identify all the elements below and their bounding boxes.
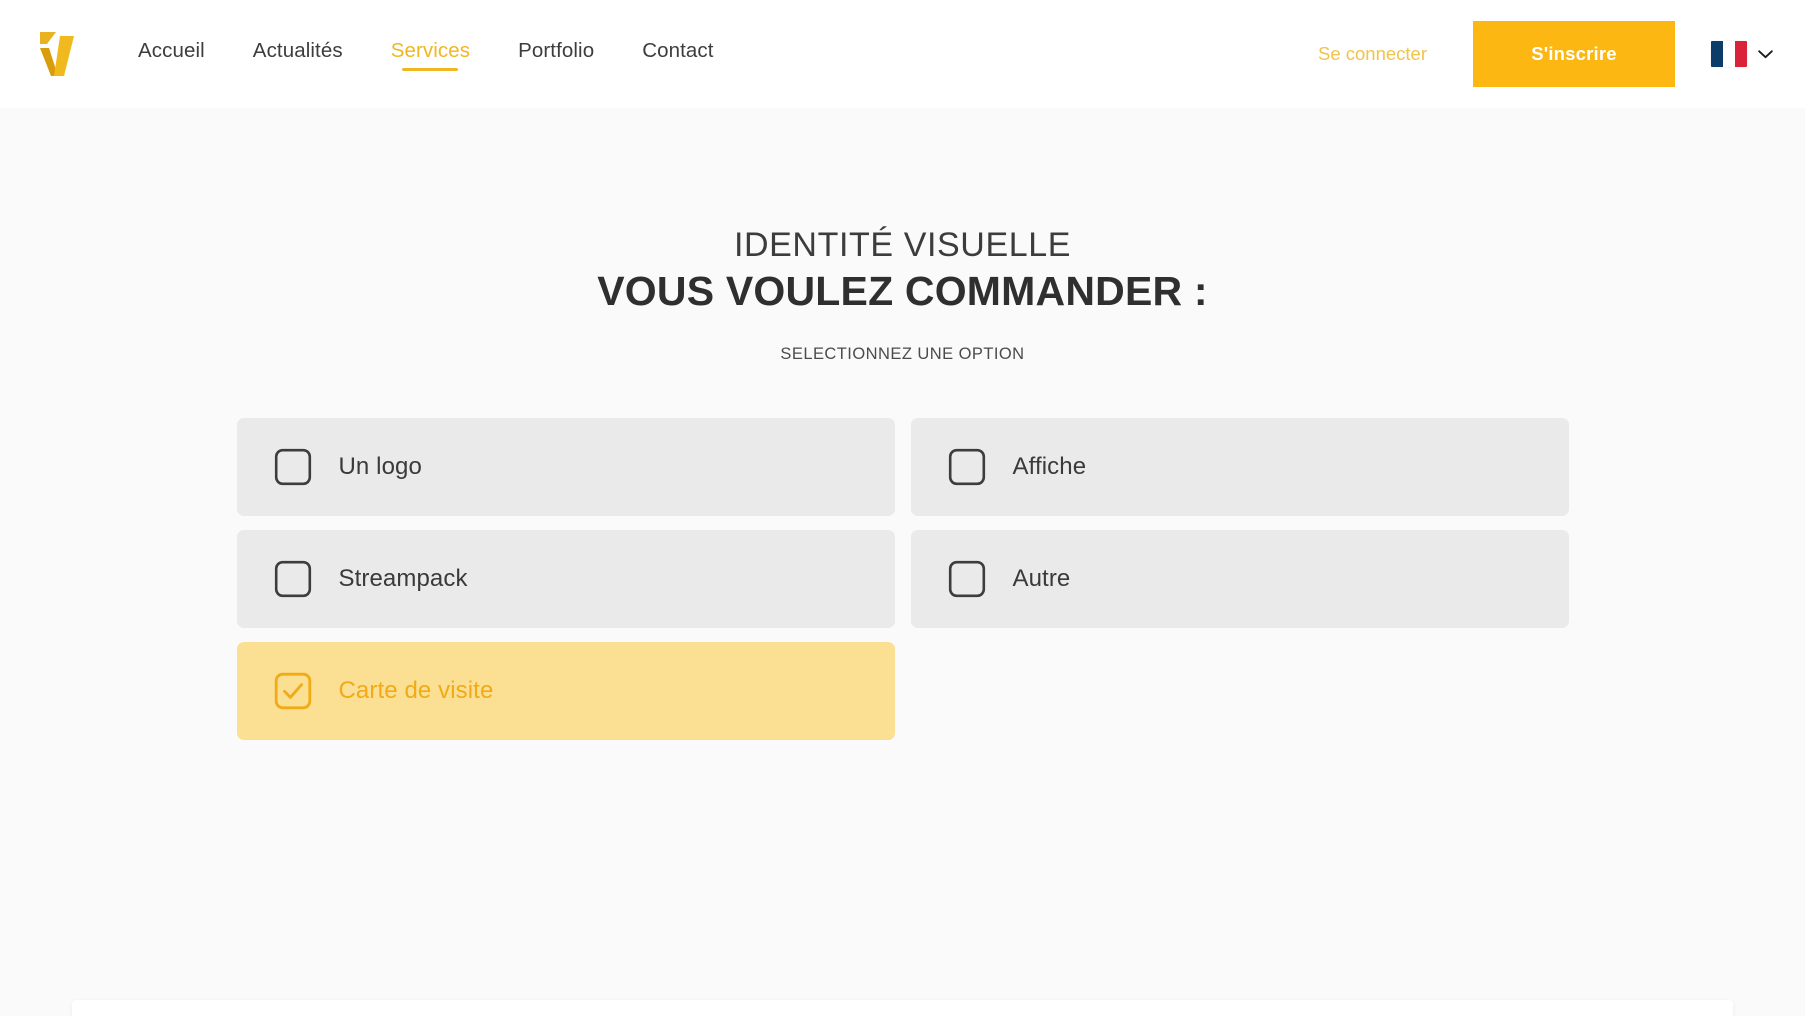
heading-subtitle: SELECTIONNEZ UNE OPTION bbox=[780, 344, 1025, 363]
option-label: Carte de visite bbox=[338, 676, 494, 704]
checkbox-unchecked-icon[interactable] bbox=[948, 448, 986, 486]
france-flag-icon bbox=[1711, 41, 1747, 67]
nav-item-accueil[interactable]: Accueil bbox=[136, 37, 207, 72]
quiz-heading: IDENTITÉ VISUELLE VOUS VOULEZ COMMANDER … bbox=[0, 226, 1805, 364]
heading-kicker: IDENTITÉ VISUELLE bbox=[733, 226, 1072, 264]
option-card-un-logo[interactable]: Un logo bbox=[236, 417, 895, 516]
chevron-down-icon bbox=[1758, 49, 1773, 58]
checkbox-unchecked-icon[interactable] bbox=[948, 560, 986, 598]
option-label: Streampack bbox=[338, 564, 468, 592]
main-navigation: Accueil Actualités Services Portfolio Co… bbox=[136, 37, 716, 72]
quiz-footer-bar: QUESTION SUIVANTE bbox=[72, 1000, 1733, 1016]
quiz-main: IDENTITÉ VISUELLE VOUS VOULEZ COMMANDER … bbox=[0, 108, 1805, 1016]
option-label: Autre bbox=[1012, 564, 1071, 592]
header-actions: Se connecter S'inscrire bbox=[1318, 21, 1773, 87]
option-label: Affiche bbox=[1012, 452, 1087, 480]
language-switcher[interactable] bbox=[1711, 41, 1773, 67]
site-header: Accueil Actualités Services Portfolio Co… bbox=[0, 0, 1805, 108]
option-label: Un logo bbox=[338, 452, 422, 480]
login-link[interactable]: Se connecter bbox=[1318, 43, 1427, 65]
checkbox-checked-icon[interactable] bbox=[274, 672, 312, 710]
nav-item-portfolio[interactable]: Portfolio bbox=[516, 37, 596, 72]
page-title: VOUS VOULEZ COMMANDER : bbox=[597, 268, 1208, 315]
option-card-carte-de-visite[interactable]: Carte de visite bbox=[236, 641, 895, 740]
brand-logo-icon[interactable] bbox=[34, 26, 80, 82]
checkbox-unchecked-icon[interactable] bbox=[274, 448, 312, 486]
signup-button[interactable]: S'inscrire bbox=[1473, 21, 1675, 87]
option-card-affiche[interactable]: Affiche bbox=[910, 417, 1569, 516]
option-card-streampack[interactable]: Streampack bbox=[236, 529, 895, 628]
options-grid: Un logo Streampack Carte de visite Affic… bbox=[236, 417, 1569, 740]
option-card-autre[interactable]: Autre bbox=[910, 529, 1569, 628]
nav-item-contact[interactable]: Contact bbox=[640, 37, 715, 72]
nav-item-services[interactable]: Services bbox=[389, 37, 472, 72]
nav-item-actualites[interactable]: Actualités bbox=[251, 37, 345, 72]
checkbox-unchecked-icon[interactable] bbox=[274, 560, 312, 598]
option-card-empty-slot bbox=[911, 642, 1569, 740]
